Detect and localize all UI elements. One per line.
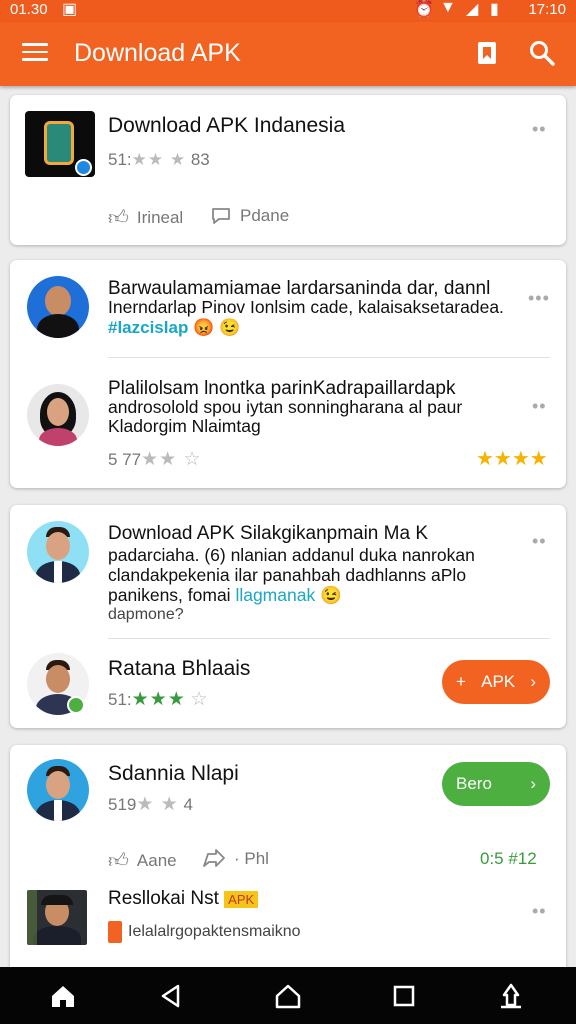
rating-stars: ★ ★ [136, 794, 179, 815]
more-icon[interactable]: •• [532, 531, 547, 552]
like-button[interactable]: 👍︎ Irineal [108, 206, 183, 230]
post-line: dapmone? [108, 606, 184, 623]
post-line: Plalilolsam lnontka parinKadrapaillardap… [108, 378, 456, 399]
post-title: Resllokai Nst APK [108, 888, 259, 910]
recents-icon[interactable] [389, 981, 419, 1011]
search-icon[interactable] [528, 39, 556, 67]
emoji: 😡 😉 [193, 318, 241, 337]
post-line: Kladorgim Nlaimtag [108, 416, 261, 436]
avatar [27, 759, 89, 821]
share-icon [203, 849, 225, 867]
app-title[interactable]: Download APK Indanesia [108, 114, 345, 138]
post-title: Download APK Silakgikanpmain Ma K [108, 523, 429, 544]
feed-card: Download APK Silakgikanpmain Ma K padarc… [10, 505, 566, 728]
plus-icon: + [456, 672, 466, 691]
status-time-right: 17:10 [528, 1, 566, 18]
divider [108, 638, 550, 639]
user-name[interactable]: Sdannia Nlapi [108, 762, 239, 786]
app-rating: 51:★★★ ☆ [108, 689, 209, 710]
post-hashtags: #lazcislap 😡 😉 [108, 318, 240, 338]
feed-card: Barwaulamamiamae lardarsaninda dar, dann… [10, 260, 566, 488]
home-icon[interactable] [48, 981, 78, 1011]
thumbs-up-icon: 👍︎ [108, 207, 129, 229]
more-icon[interactable]: •• [532, 119, 547, 140]
thumbnail[interactable] [27, 890, 87, 945]
page-title: Download APK [74, 39, 241, 67]
status-time-left: 01.30 [10, 1, 48, 18]
thumbs-up-icon: 👍︎ [108, 850, 129, 872]
post-line: Barwaulamamiamae lardarsaninda dar, dann… [108, 278, 491, 299]
more-icon[interactable]: •• [532, 901, 547, 922]
post-line: panikens, fomai llagmanak 😉 [108, 585, 342, 605]
share-button[interactable]: · Phl [202, 849, 269, 869]
post-line: padarciaha. (6) nlanian addanul duka nan… [108, 545, 475, 565]
rating-stars: ★★ ★ [131, 150, 187, 169]
assistant-icon[interactable] [496, 981, 526, 1011]
apk-download-button[interactable]: + APK › [442, 660, 550, 704]
status-bar: 01.30 ▣ ⏰ ▼ ◢ ▮ 17:10 [0, 0, 576, 22]
app-bar: Download APK [0, 22, 576, 86]
app-card[interactable]: Download APK Indanesia 51:★★ ★ 83 •• 👍︎ … [10, 95, 566, 245]
app-title[interactable]: Ratana Bhlaais [108, 657, 250, 681]
post-line: clandakpekenia ilar panahbah dadhlanns a… [108, 565, 467, 585]
alarm-icon: ⏰ [414, 1, 434, 18]
menu-icon[interactable] [22, 43, 48, 63]
signal-icon: ◢ [466, 1, 479, 18]
bookmark-icon[interactable] [476, 40, 498, 66]
system-nav-bar [0, 967, 576, 1024]
rating-stars: ★★★ [131, 689, 186, 710]
post-line: Ielalalrgopaktensmaikno [128, 923, 301, 940]
hashtag-link[interactable]: #lazcislap [108, 318, 188, 337]
divider [108, 357, 550, 358]
notification-icon: ▣ [62, 1, 78, 18]
chevron-right-icon: › [530, 774, 536, 793]
avatar [27, 276, 89, 338]
more-icon[interactable]: ••• [528, 288, 550, 309]
chevron-right-icon: › [530, 672, 536, 691]
comment-button[interactable]: Pdane [210, 206, 289, 226]
post-line: Inerndarlap Pinov Ionlsim cade, kalaisak… [108, 297, 504, 317]
wifi-icon: ▼ [440, 0, 456, 16]
open-button[interactable]: Bero › [442, 762, 550, 806]
post-meta: 5 77★★ ☆ [108, 449, 202, 470]
like-button[interactable]: 👍︎ Aane [108, 849, 177, 873]
app-rating: 51:★★ ★ 83 [108, 150, 210, 169]
app-icon [25, 111, 95, 177]
feed-card: Sdannia Nlapi 519★ ★ 4 Bero › 👍︎ Aane · … [10, 745, 566, 967]
battery-icon: ▮ [490, 1, 499, 18]
user-meta: 519★ ★ 4 [108, 794, 193, 815]
back-icon[interactable] [156, 981, 186, 1011]
comment-icon [212, 208, 230, 224]
rating-stars: ★★ ☆ [141, 449, 202, 470]
more-icon[interactable]: •• [532, 396, 547, 417]
emoji: 😉 [320, 585, 342, 605]
post-line: androsolold spou iytan sonningharana al … [108, 397, 463, 417]
post-link[interactable]: llagmanak [235, 585, 315, 605]
apk-badge: APK [224, 891, 259, 908]
avatar [27, 384, 89, 446]
avatar [27, 521, 89, 583]
apk-file-icon [108, 921, 122, 943]
launcher-home-icon[interactable] [273, 981, 303, 1011]
counter: 0:5 #12 [480, 849, 537, 868]
rating-stars: ★★★★ [476, 448, 548, 470]
verified-badge [67, 696, 85, 714]
